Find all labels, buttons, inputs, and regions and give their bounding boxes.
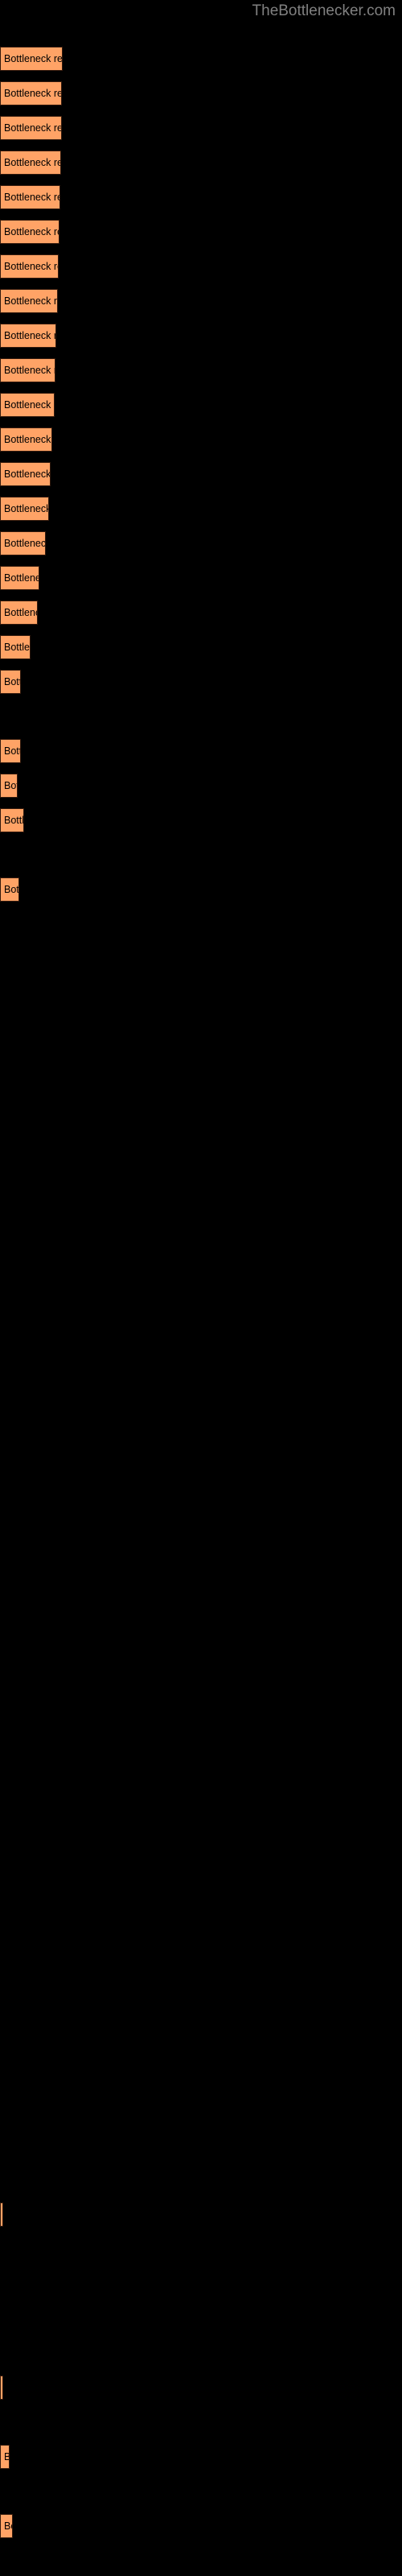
bottleneck-result-bar[interactable]: Bottleneck result xyxy=(0,808,24,832)
bar-label: Bottleneck result xyxy=(4,399,54,411)
bar-row: Bottleneck result xyxy=(0,220,402,244)
bar-label: Bottleneck result xyxy=(4,88,61,99)
bar-label: Bottleneck result xyxy=(4,2520,12,2532)
bottleneck-result-bar[interactable]: Bottleneck result xyxy=(0,497,49,521)
bar-row: Bottleneck result xyxy=(0,462,402,486)
bar-label: Bottleneck result xyxy=(4,53,63,64)
bottleneck-result-bar[interactable]: Bottleneck result xyxy=(0,289,58,313)
bar-label: Bottleneck result xyxy=(4,261,58,272)
bottleneck-result-bar[interactable]: Bottleneck result xyxy=(0,81,62,105)
bar-row: Bottleneck result xyxy=(0,774,402,798)
bottleneck-result-bar[interactable]: Bottleneck result xyxy=(0,566,39,590)
bar-label: Bottleneck result xyxy=(4,642,30,653)
bottleneck-result-bar[interactable]: Bottleneck result xyxy=(0,2445,10,2469)
bottleneck-result-bar[interactable]: Bottleneck result xyxy=(0,427,52,452)
bar-row: Bottleneck result xyxy=(0,739,402,763)
bar-label: Bottleneck result xyxy=(4,469,51,480)
bottleneck-result-bar[interactable]: Bottleneck result xyxy=(0,774,18,798)
bottleneck-result-bar[interactable]: Bottleneck result xyxy=(0,670,21,694)
bar-label: Bottleneck result xyxy=(4,122,61,134)
bar-label: Bottleneck result xyxy=(4,676,20,687)
bottleneck-result-bar[interactable]: Bottleneck result xyxy=(0,220,59,244)
bottleneck-result-bar[interactable]: Bottleneck result xyxy=(0,2514,13,2538)
bottleneck-result-bar[interactable]: Bottleneck result xyxy=(0,393,55,417)
bar-row: Bottleneck result xyxy=(0,358,402,382)
bar-row: Bottleneck result xyxy=(0,427,402,452)
bar-row: Bottleneck result xyxy=(0,47,402,71)
bar-label: Bottleneck result xyxy=(4,503,49,514)
bar-label: Bottleneck result xyxy=(4,884,19,895)
bar-label: Bottleneck result xyxy=(4,192,59,203)
bar-row: Bottleneck result xyxy=(0,393,402,417)
bar-label: Bottleneck result xyxy=(4,815,24,826)
bar-label: Bottleneck result xyxy=(4,538,46,549)
bottleneck-result-bar[interactable]: Bottleneck result xyxy=(0,601,38,625)
bar-label: Bottleneck result xyxy=(4,607,37,618)
bottleneck-result-bar[interactable]: Bottleneck result xyxy=(0,739,21,763)
bottleneck-result-bar[interactable]: Bottleneck result xyxy=(0,254,59,279)
bottleneck-result-bar[interactable]: Bottleneck result xyxy=(0,151,61,175)
bottleneck-result-bar[interactable]: Bottleneck result xyxy=(0,2202,3,2227)
bar-row: Bottleneck result xyxy=(0,324,402,348)
bar-row: Bottleneck result xyxy=(0,289,402,313)
bar-row: Bottleneck result xyxy=(0,566,402,590)
bar-label: Bottleneck result xyxy=(4,780,17,791)
bar-row: Bottleneck result xyxy=(0,2445,402,2469)
bottleneck-result-bar[interactable]: Bottleneck result xyxy=(0,358,55,382)
bar-row: Bottleneck result xyxy=(0,81,402,105)
bottleneck-result-bar[interactable]: Bottleneck result xyxy=(0,635,31,659)
bar-label: Bottleneck result xyxy=(4,330,55,341)
bar-label: Bottleneck result xyxy=(4,157,60,168)
bottleneck-result-bar[interactable]: Bottleneck result xyxy=(0,462,51,486)
bar-label: Bottleneck result xyxy=(4,434,51,445)
bar-label: Bottleneck result xyxy=(4,365,55,376)
bar-row: Bottleneck result xyxy=(0,877,402,902)
bar-row: Bottleneck result xyxy=(0,2202,402,2227)
bottleneck-result-bar[interactable]: Bottleneck result xyxy=(0,47,63,71)
bar-row: Bottleneck result xyxy=(0,2376,402,2400)
bar-row: Bottleneck result xyxy=(0,670,402,694)
bar-row: Bottleneck result xyxy=(0,497,402,521)
bar-label: Bottleneck result xyxy=(4,572,39,584)
bar-label: Bottleneck result xyxy=(4,2451,9,2462)
bar-row: Bottleneck result xyxy=(0,185,402,209)
bar-row: Bottleneck result xyxy=(0,254,402,279)
bar-label: Bottleneck result xyxy=(4,745,20,757)
bottleneck-bar-chart: Bottleneck result Bottleneck result Bottle… xyxy=(0,0,402,2576)
bar-label: Bottleneck result xyxy=(4,226,59,237)
bar-row: Bottleneck result xyxy=(0,808,402,832)
bottleneck-result-bar[interactable]: Bottleneck result xyxy=(0,2376,3,2400)
bar-row: Bottleneck result xyxy=(0,2514,402,2538)
bar-row: Bottleneck result xyxy=(0,635,402,659)
bottleneck-result-bar[interactable]: Bottleneck result xyxy=(0,116,62,140)
bottleneck-result-bar[interactable]: Bottleneck result xyxy=(0,531,46,555)
bar-row: Bottleneck result xyxy=(0,601,402,625)
bar-row: Bottleneck result xyxy=(0,531,402,555)
bottleneck-result-bar[interactable]: Bottleneck result xyxy=(0,877,19,902)
bottleneck-result-bar[interactable]: Bottleneck result xyxy=(0,185,60,209)
bar-row: Bottleneck result xyxy=(0,116,402,140)
bottleneck-result-bar[interactable]: Bottleneck result xyxy=(0,324,56,348)
bar-label: Bottleneck result xyxy=(4,295,58,307)
bar-row: Bottleneck result xyxy=(0,151,402,175)
